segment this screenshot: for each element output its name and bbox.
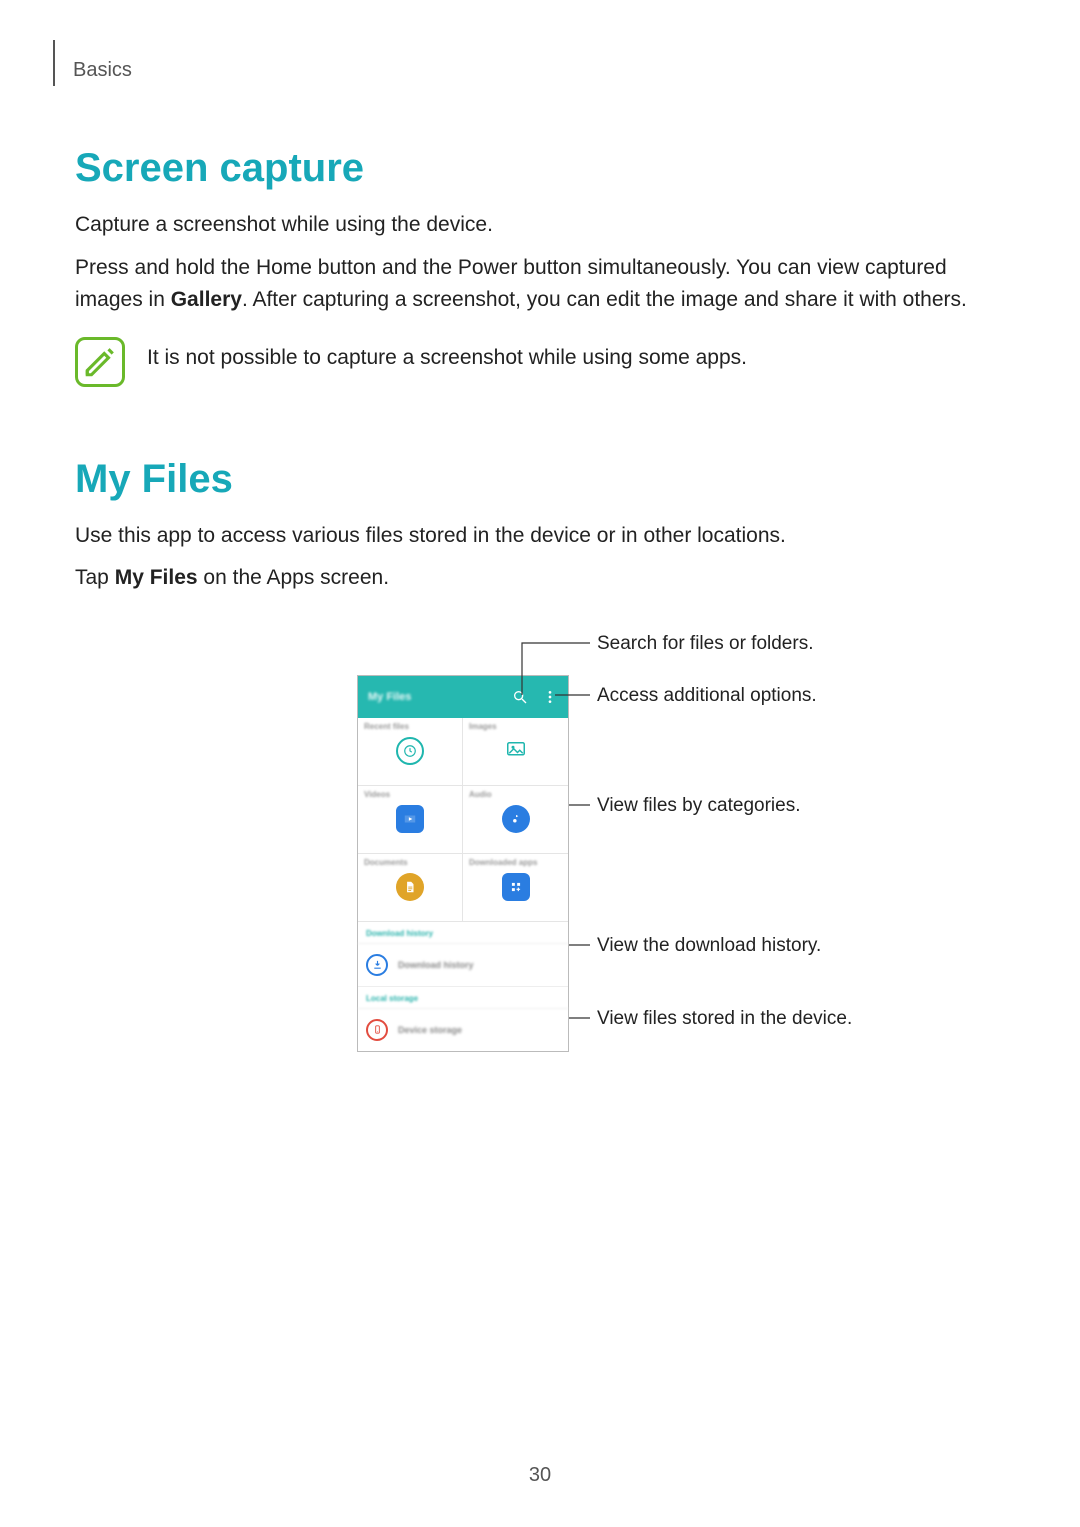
sc-para-1: Capture a screenshot while using the dev… [75,209,1005,242]
category-grid: Recent files Images Videos [358,718,568,922]
cat-label: Downloaded apps [469,858,537,867]
cat-label: Documents [364,858,408,867]
callout-categories: View files by categories. [597,795,800,817]
cat-downloaded-apps[interactable]: Downloaded apps [463,854,568,922]
cat-label: Images [469,722,497,731]
device-storage-text: Device storage [398,1025,462,1035]
pencil-note-icon [83,345,117,379]
mf-para-1: Use this app to access various files sto… [75,520,1005,553]
heading-my-files: My Files [75,457,1005,502]
image-icon [502,737,530,765]
apps-icon [502,873,530,901]
note-text: It is not possible to capture a screensh… [147,342,747,375]
page-number: 30 [0,1464,1080,1487]
device-storage-row[interactable]: Device storage [358,1009,568,1051]
search-icon[interactable] [512,689,528,705]
sc-para-2: Press and hold the Home button and the P… [75,252,1005,317]
more-options-icon[interactable] [542,689,558,705]
phone-mock: My Files [357,675,569,1052]
breadcrumb: Basics [53,40,1005,86]
device-storage-icon [366,1019,388,1041]
phone-title: My Files [368,691,411,703]
download-history-row[interactable]: Download history [358,944,568,987]
my-files-diagram: My Files [75,625,1005,1075]
cat-videos[interactable]: Videos [358,786,463,854]
cat-label: Videos [364,790,390,799]
callout-download: View the download history. [597,935,821,957]
cat-recent[interactable]: Recent files [358,718,463,786]
callout-search: Search for files or folders. [597,633,813,655]
breadcrumb-label: Basics [73,59,132,86]
download-history-section: Download history [358,922,568,944]
video-icon [396,805,424,833]
note-row: It is not possible to capture a screensh… [75,337,1005,387]
clock-icon [396,737,424,765]
note-icon [75,337,125,387]
sc-para-2-bold: Gallery [171,288,242,311]
callout-device: View files stored in the device. [597,1008,852,1030]
cat-label: Audio [469,790,492,799]
callout-options: Access additional options. [597,685,817,707]
sc-para-2b: . After capturing a screenshot, you can … [242,288,967,311]
cat-images[interactable]: Images [463,718,568,786]
heading-screen-capture: Screen capture [75,146,1005,191]
music-icon [502,805,530,833]
mf-para-2-bold: My Files [115,566,198,589]
mf-para-2: Tap My Files on the Apps screen. [75,562,1005,595]
document-icon [396,873,424,901]
phone-header: My Files [358,676,568,718]
download-history-text: Download history [398,960,474,970]
cat-label: Recent files [364,722,409,731]
download-icon [366,954,388,976]
mf-para-2b: on the Apps screen. [198,566,389,589]
cat-audio[interactable]: Audio [463,786,568,854]
local-storage-section: Local storage [358,987,568,1009]
mf-para-2a: Tap [75,566,115,589]
cat-documents[interactable]: Documents [358,854,463,922]
